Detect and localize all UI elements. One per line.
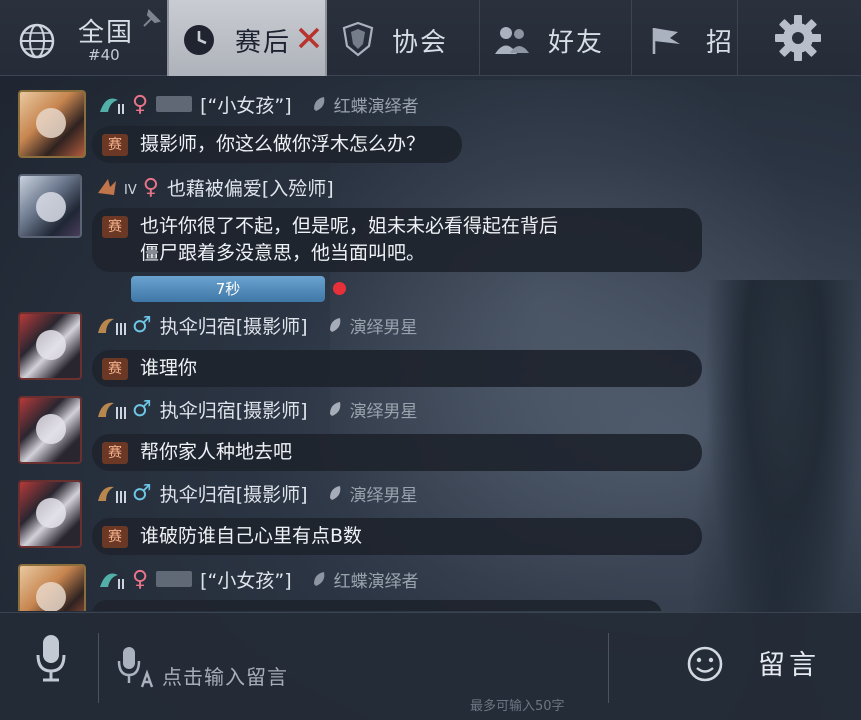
voice-to-text-icon[interactable] [116,645,156,691]
tier-label: IV [124,182,137,198]
player-title: 红蝶演绎者 [333,571,419,592]
message-bubble: 赛 帮你家人种地去吧 [92,434,702,471]
avatar[interactable] [18,312,82,380]
match-badge: 赛 [102,358,128,380]
gender-female-icon: ♀ [132,91,149,117]
char-limit-hint: 最多可输入50字 [470,699,565,714]
list-item: IV ♀ 也藉被偏爱[入殓师] 赛 也许你很了不起，但是呢，姐未未必看得起在背后… [0,174,720,314]
avatar[interactable] [18,396,82,464]
rank-badge-icon [98,318,126,335]
username[interactable]: 也藉被偏爱[入殓师] [167,174,334,201]
player-title: 演绎男星 [349,401,418,422]
unplayed-indicator [333,282,346,295]
rank-badge-icon [98,179,116,195]
hidden-name-mask [156,96,193,112]
tab-post-match-label: 赛后 [235,28,292,58]
player-title: 演绎男星 [349,485,418,506]
channel-tab-bar: 全国 #40 赛后 协会 好友 招 [0,0,861,76]
send-button[interactable]: 留言 [758,643,820,682]
avatar[interactable] [18,564,86,611]
avatar[interactable] [18,480,82,548]
username[interactable]: 执伞归宿[摄影师] [160,396,308,423]
world-rank: #40 [88,46,120,64]
message-input[interactable]: 点击输入留言 最多可输入50字 [106,621,606,714]
match-badge: 赛 [102,134,128,156]
message-bubble: 赛 谁理你 [92,350,702,387]
message-text-line-2: 僵尸跟着多没意思，他当面叫吧。 [140,242,426,264]
message-text: 谁理你 [140,357,198,379]
tab-recruit-label: 招 [706,28,735,58]
rank-badge-icon [100,573,124,589]
message-text: 摄影师，你这么做你浮木怎么办？ [140,133,426,155]
feather-icon [313,97,324,111]
username[interactable]: 执伞归宿[摄影师] [160,480,308,507]
friends-icon [495,27,529,54]
gear-icon [775,15,821,61]
feather-icon [329,486,340,500]
message-input-bar: 点击输入留言 最多可输入50字 留言 [0,612,861,720]
username[interactable]: [“小女孩”] [200,91,292,118]
username[interactable]: 执伞归宿[摄影师] [160,312,308,339]
message-bubble [92,600,662,611]
gender-male-icon: ♂ [132,480,152,506]
message-bubble: 赛 摄影师，你这么做你浮木怎么办？ [92,126,462,163]
list-item: ♀ [“小女孩”] 红蝶演绎者 赛 摄影师，你这么做你浮木怎么办？ [0,88,720,174]
microphone-icon[interactable] [34,633,68,683]
divider [608,633,609,703]
message-bubble: 赛 谁破防谁自己心里有点B数 [92,518,702,555]
message-text-line-1: 也许你很了不起，但是呢，姐未未必看得起在背后 [140,215,559,237]
hidden-name-mask [156,571,193,587]
rank-badge-icon [98,486,126,503]
feather-icon [329,318,340,332]
tab-friends[interactable]: 好友 [482,0,632,76]
list-item: ♀ [“小女孩”] 红蝶演绎者 [0,564,720,611]
tab-association[interactable]: 协会 [330,0,480,76]
player-title: 演绎男星 [349,317,418,338]
tab-association-label: 协会 [392,28,449,58]
gender-female-icon: ♀ [142,174,159,200]
divider [98,633,99,703]
username[interactable]: [“小女孩”] [200,566,292,593]
match-badge: 赛 [102,442,128,464]
list-item: ♂ 执伞归宿[摄影师] 演绎男星 赛 帮你家人种地去吧 [0,396,720,480]
match-badge: 赛 [102,216,128,238]
globe-icon [19,23,55,59]
flag-icon [652,28,680,54]
rank-badge-icon [98,402,126,419]
pin-icon [143,9,161,27]
rank-badge-icon [100,98,124,114]
gender-female-icon: ♀ [132,566,149,592]
message-text: 谁破防谁自己心里有点B数 [140,525,363,547]
tab-world-label: 全国 [78,18,135,48]
tab-recruit[interactable]: 招 [634,0,738,76]
list-item: ♂ 执伞归宿[摄影师] 演绎男星 赛 谁理你 [0,312,720,396]
match-badge: 赛 [102,526,128,548]
message-text: 帮你家人种地去吧 [140,441,293,463]
avatar[interactable] [18,174,82,238]
player-title: 红蝶演绎者 [333,96,419,117]
voice-message-button[interactable]: 7秒 [131,276,325,302]
avatar[interactable] [18,90,86,158]
settings-button[interactable] [740,0,861,76]
feather-icon [329,402,340,416]
gender-male-icon: ♂ [132,396,152,422]
list-item: ♂ 执伞归宿[摄影师] 演绎男星 赛 谁破防谁自己心里有点B数 [0,480,720,564]
feather-icon [313,572,324,586]
input-placeholder: 点击输入留言 [162,665,288,689]
clock-icon [184,25,214,55]
gender-male-icon: ♂ [132,312,152,338]
tab-friends-label: 好友 [548,28,605,58]
emoji-icon[interactable] [686,645,724,683]
tab-world[interactable]: 全国 #40 [0,0,165,76]
shield-emblem-icon [342,21,374,57]
close-icon[interactable] [297,26,321,50]
message-bubble: 赛 也许你很了不起，但是呢，姐未未必看得起在背后 僵尸跟着多没意思，他当面叫吧。 [92,208,702,272]
tab-post-match[interactable]: 赛后 [167,0,327,76]
message-list[interactable]: ♀ [“小女孩”] 红蝶演绎者 赛 摄影师，你这么做你浮木怎么办？ IV ♀ 也… [0,76,861,611]
